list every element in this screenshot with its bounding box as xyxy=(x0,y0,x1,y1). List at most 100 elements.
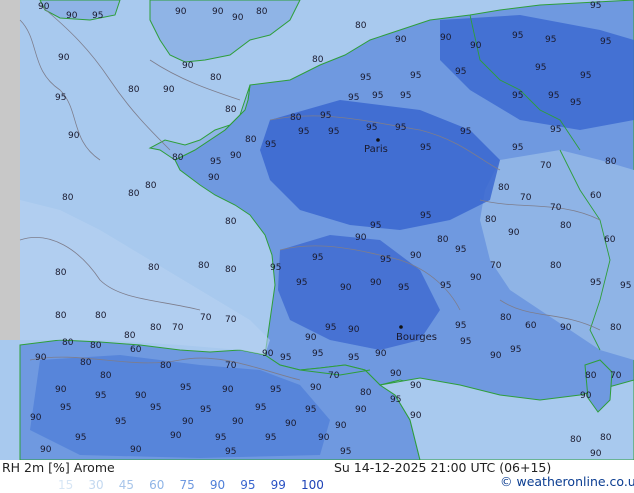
svg-text:90: 90 xyxy=(580,391,592,401)
svg-text:80: 80 xyxy=(312,55,324,65)
svg-text:90: 90 xyxy=(182,61,194,71)
svg-text:90: 90 xyxy=(40,445,52,455)
svg-text:95: 95 xyxy=(298,127,309,137)
svg-text:80: 80 xyxy=(225,105,237,115)
svg-text:80: 80 xyxy=(437,235,449,245)
svg-text:90: 90 xyxy=(208,173,220,183)
svg-text:90: 90 xyxy=(470,273,482,283)
svg-text:95: 95 xyxy=(512,91,523,101)
svg-text:95: 95 xyxy=(620,281,631,291)
svg-text:95: 95 xyxy=(455,245,466,255)
svg-text:90: 90 xyxy=(232,13,244,23)
svg-text:80: 80 xyxy=(160,361,172,371)
svg-text:70: 70 xyxy=(225,315,237,325)
svg-text:95: 95 xyxy=(320,111,331,121)
svg-text:80: 80 xyxy=(80,358,92,368)
svg-text:90: 90 xyxy=(212,7,224,17)
svg-text:90: 90 xyxy=(38,2,50,12)
svg-text:95: 95 xyxy=(312,253,323,263)
svg-text:Paris: Paris xyxy=(364,144,388,155)
svg-text:90: 90 xyxy=(470,41,482,51)
relative-humidity-map: 90 90 95 90 90 90 80 80 90 90 90 95 95 95 95 90 90 8… xyxy=(0,0,634,460)
svg-text:95: 95 xyxy=(380,255,391,265)
svg-text:Bourges: Bourges xyxy=(396,332,437,343)
svg-text:90: 90 xyxy=(440,33,452,43)
svg-text:95: 95 xyxy=(440,281,451,291)
svg-text:95: 95 xyxy=(210,157,221,167)
svg-text:95: 95 xyxy=(200,405,211,415)
svg-text:95: 95 xyxy=(455,321,466,331)
svg-text:60: 60 xyxy=(525,321,537,331)
svg-text:90: 90 xyxy=(590,449,602,459)
svg-text:95: 95 xyxy=(325,323,336,333)
svg-text:90: 90 xyxy=(175,7,187,17)
svg-text:90: 90 xyxy=(182,417,194,427)
svg-text:90: 90 xyxy=(355,405,367,415)
svg-text:95: 95 xyxy=(390,395,401,405)
svg-text:80: 80 xyxy=(90,341,102,351)
svg-text:80: 80 xyxy=(145,181,157,191)
svg-text:90: 90 xyxy=(410,411,422,421)
svg-text:95: 95 xyxy=(590,1,601,11)
svg-text:95: 95 xyxy=(370,221,381,231)
svg-text:80: 80 xyxy=(570,435,582,445)
svg-text:80: 80 xyxy=(150,323,162,333)
svg-text:95: 95 xyxy=(398,283,409,293)
svg-text:70: 70 xyxy=(540,161,552,171)
svg-text:80: 80 xyxy=(62,338,74,348)
svg-text:95: 95 xyxy=(460,337,471,347)
svg-text:90: 90 xyxy=(35,353,47,363)
svg-text:90: 90 xyxy=(130,445,142,455)
site-credit-link[interactable]: © weatheronline.co.uk xyxy=(500,474,634,489)
svg-text:95: 95 xyxy=(460,127,471,137)
svg-text:95: 95 xyxy=(92,11,103,21)
svg-text:90: 90 xyxy=(163,85,175,95)
svg-text:95: 95 xyxy=(600,37,611,47)
svg-text:80: 80 xyxy=(55,268,67,278)
svg-text:80: 80 xyxy=(500,313,512,323)
svg-text:90: 90 xyxy=(55,385,67,395)
svg-text:80: 80 xyxy=(128,189,140,199)
svg-text:90: 90 xyxy=(30,413,42,423)
svg-text:80: 80 xyxy=(355,21,367,31)
svg-text:90: 90 xyxy=(305,333,317,343)
svg-text:90: 90 xyxy=(170,431,182,441)
svg-text:70: 70 xyxy=(328,371,340,381)
svg-text:80: 80 xyxy=(198,261,210,271)
svg-text:90: 90 xyxy=(410,381,422,391)
svg-text:80: 80 xyxy=(256,7,268,17)
svg-text:95: 95 xyxy=(548,91,559,101)
svg-text:70: 70 xyxy=(225,361,237,371)
svg-text:80: 80 xyxy=(225,217,237,227)
svg-text:95: 95 xyxy=(455,67,466,77)
svg-text:80: 80 xyxy=(100,371,112,381)
valid-time-label: Su 14-12-2025 21:00 UTC (06+15) xyxy=(334,460,552,475)
svg-text:95: 95 xyxy=(372,91,383,101)
svg-text:90: 90 xyxy=(230,151,242,161)
svg-text:95: 95 xyxy=(340,447,351,457)
svg-text:80: 80 xyxy=(172,153,184,163)
svg-text:70: 70 xyxy=(520,193,532,203)
svg-text:90: 90 xyxy=(232,417,244,427)
svg-text:95: 95 xyxy=(150,403,161,413)
svg-text:95: 95 xyxy=(420,211,431,221)
svg-text:95: 95 xyxy=(270,385,281,395)
svg-text:95: 95 xyxy=(296,278,307,288)
svg-text:95: 95 xyxy=(360,73,371,83)
svg-text:95: 95 xyxy=(75,433,86,443)
svg-text:95: 95 xyxy=(590,278,601,288)
svg-text:90: 90 xyxy=(490,351,502,361)
svg-text:95: 95 xyxy=(95,391,106,401)
svg-text:90: 90 xyxy=(135,391,147,401)
svg-text:90: 90 xyxy=(310,383,322,393)
svg-text:95: 95 xyxy=(215,433,226,443)
svg-text:95: 95 xyxy=(265,433,276,443)
svg-text:95: 95 xyxy=(225,447,236,457)
svg-text:95: 95 xyxy=(305,405,316,415)
svg-text:90: 90 xyxy=(355,233,367,243)
svg-text:90: 90 xyxy=(410,251,422,261)
svg-text:90: 90 xyxy=(335,421,347,431)
svg-text:95: 95 xyxy=(270,263,281,273)
svg-text:80: 80 xyxy=(560,221,572,231)
svg-text:95: 95 xyxy=(328,127,339,137)
